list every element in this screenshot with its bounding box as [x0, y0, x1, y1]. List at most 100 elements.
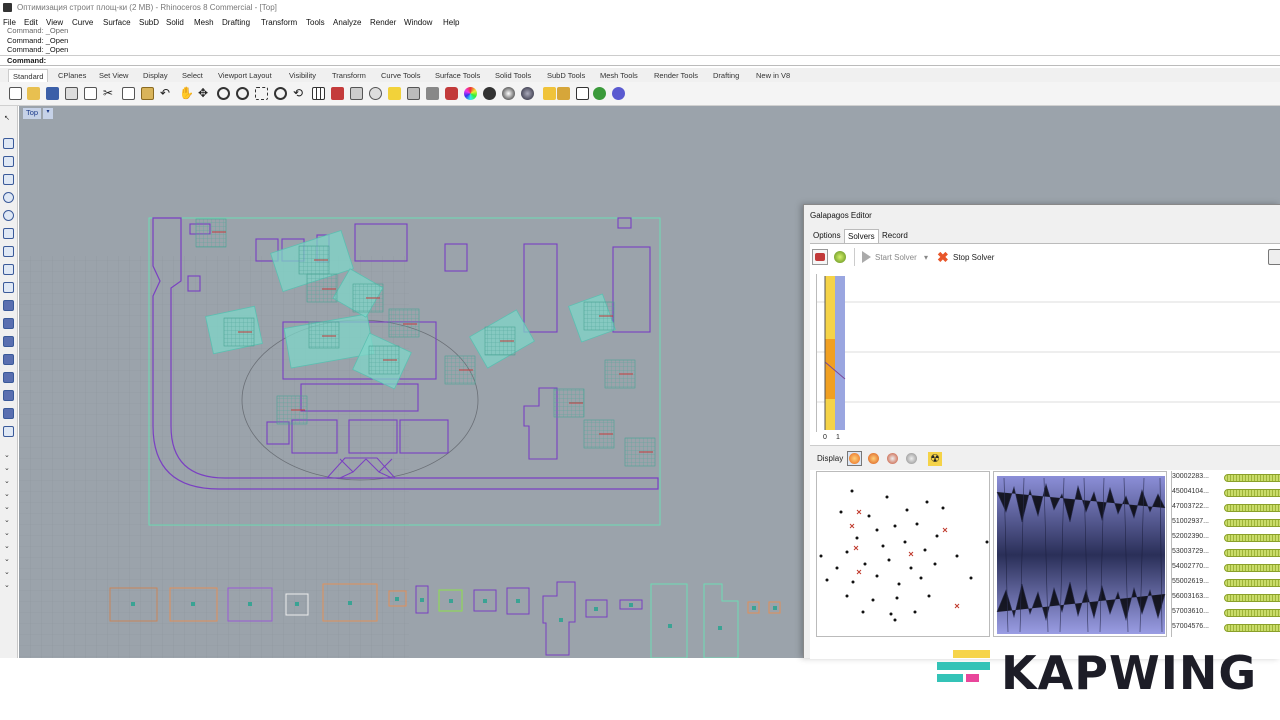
tab-display[interactable]: Display: [143, 71, 168, 80]
select-arrow-icon[interactable]: ↖: [4, 114, 12, 122]
list-item[interactable]: 47003722...: [1172, 503, 1209, 510]
layer-icon[interactable]: [407, 87, 420, 100]
sphere-icon[interactable]: [887, 453, 898, 464]
tab-options[interactable]: Options: [810, 231, 844, 243]
start-solver-dropdown-icon[interactable]: ▾: [924, 253, 928, 262]
circle-icon[interactable]: [3, 192, 14, 203]
list-item[interactable]: 56003163...: [1172, 593, 1209, 600]
zoom-window-icon[interactable]: [236, 87, 249, 100]
grasshopper-icon[interactable]: [593, 87, 606, 100]
grid-icon[interactable]: [312, 87, 325, 100]
cut-icon[interactable]: ✂: [103, 87, 116, 100]
chevron-down-icon[interactable]: ⌄: [4, 477, 12, 485]
list-item[interactable]: 54002770...: [1172, 563, 1209, 570]
tab-transform[interactable]: Transform: [332, 71, 366, 80]
menu-help[interactable]: Help: [443, 18, 459, 27]
mesh-icon[interactable]: [3, 354, 14, 365]
tab-new-in-v8[interactable]: New in V8: [756, 71, 790, 80]
menu-mesh[interactable]: Mesh: [194, 18, 214, 27]
move-icon[interactable]: [350, 87, 363, 100]
transform-icon[interactable]: [3, 408, 14, 419]
chevron-down-icon[interactable]: ⌄: [4, 542, 12, 550]
boolean-icon[interactable]: [3, 390, 14, 401]
open-file-icon[interactable]: [27, 87, 40, 100]
tab-mesh-tools[interactable]: Mesh Tools: [600, 71, 638, 80]
timer-icon[interactable]: [1268, 249, 1280, 265]
list-item[interactable]: 53003729...: [1172, 548, 1209, 555]
paste-icon[interactable]: [141, 87, 154, 100]
tab-solvers[interactable]: Solvers: [844, 229, 879, 243]
list-item[interactable]: 51002937...: [1172, 518, 1209, 525]
move-view-icon[interactable]: ✥: [198, 87, 211, 100]
sphere-icon[interactable]: [868, 453, 879, 464]
stop-solver-button[interactable]: Stop Solver: [953, 253, 994, 262]
menu-tools[interactable]: Tools: [306, 18, 325, 27]
tab-viewport-layout[interactable]: Viewport Layout: [218, 71, 272, 80]
chevron-down-icon[interactable]: ⌄: [4, 568, 12, 576]
copy-icon[interactable]: [122, 87, 135, 100]
offset-icon[interactable]: [3, 282, 14, 293]
chevron-down-icon[interactable]: ⌄: [4, 490, 12, 498]
stop-solver-icon[interactable]: ✖: [937, 249, 949, 266]
polygon-icon[interactable]: [3, 228, 14, 239]
tab-visibility[interactable]: Visibility: [289, 71, 316, 80]
menu-window[interactable]: Window: [404, 18, 432, 27]
properties-icon[interactable]: [445, 87, 458, 100]
menu-analyze[interactable]: Analyze: [333, 18, 361, 27]
surface-icon[interactable]: [3, 300, 14, 311]
chevron-down-icon[interactable]: ⌄: [4, 464, 12, 472]
color-wheel-icon[interactable]: [464, 87, 477, 100]
list-item[interactable]: 52002390...: [1172, 533, 1209, 540]
chevron-down-icon[interactable]: ⌄: [4, 516, 12, 524]
rotate-view-icon[interactable]: ⟲: [293, 87, 306, 100]
fitness-list[interactable]: 30002283... 45004104... 47003722... 5100…: [1171, 471, 1280, 637]
box-icon[interactable]: [3, 336, 14, 347]
radiation-icon[interactable]: ☢: [928, 452, 942, 466]
tab-set-view[interactable]: Set View: [99, 71, 128, 80]
viewport-menu-arrow[interactable]: ▾: [43, 108, 53, 119]
subd-icon[interactable]: [3, 372, 14, 383]
rendered-display-icon[interactable]: [521, 87, 534, 100]
curve-icon[interactable]: [3, 174, 14, 185]
menu-subd[interactable]: SubD: [139, 18, 159, 27]
import-icon[interactable]: [84, 87, 97, 100]
menu-curve[interactable]: Curve: [72, 18, 93, 27]
print-icon[interactable]: [65, 87, 78, 100]
rhino-options-icon[interactable]: [543, 87, 556, 100]
command-history[interactable]: Command: _Open Command: _Open Command: _…: [0, 26, 1280, 56]
tab-subd-tools[interactable]: SubD Tools: [547, 71, 585, 80]
grasshopper-settings-icon[interactable]: [557, 87, 570, 100]
chevron-down-icon[interactable]: ⌄: [4, 503, 12, 511]
tab-curve-tools[interactable]: Curve Tools: [381, 71, 420, 80]
chevron-down-icon[interactable]: ⌄: [4, 529, 12, 537]
list-item[interactable]: 55002619...: [1172, 578, 1209, 585]
start-solver-icon[interactable]: [862, 251, 871, 263]
point-icon[interactable]: [3, 138, 14, 149]
tab-drafting[interactable]: Drafting: [713, 71, 739, 80]
lock-icon[interactable]: [426, 87, 439, 100]
chevron-down-icon[interactable]: ⌄: [4, 555, 12, 563]
list-item[interactable]: 45004104...: [1172, 488, 1209, 495]
new-file-icon[interactable]: [9, 87, 22, 100]
render-icon[interactable]: [483, 87, 496, 100]
tab-render-tools[interactable]: Render Tools: [654, 71, 698, 80]
tab-surface-tools[interactable]: Surface Tools: [435, 71, 480, 80]
list-item[interactable]: 57004576...: [1172, 623, 1209, 630]
command-line[interactable]: Command:: [0, 56, 1280, 66]
named-view-icon[interactable]: [576, 87, 589, 100]
tab-select[interactable]: Select: [182, 71, 203, 80]
zoom-extents-icon[interactable]: [255, 87, 268, 100]
light-icon[interactable]: [388, 87, 401, 100]
list-item[interactable]: 57003610...: [1172, 608, 1209, 615]
menu-drafting[interactable]: Drafting: [222, 18, 250, 27]
pan-hand-icon[interactable]: ✋: [179, 87, 194, 100]
viewport-title-top[interactable]: Top: [23, 108, 42, 119]
zoom-selected-icon[interactable]: [274, 87, 287, 100]
help-icon[interactable]: [612, 87, 625, 100]
list-item[interactable]: 30002283...: [1172, 473, 1209, 480]
save-icon[interactable]: [46, 87, 59, 100]
polyline-icon[interactable]: [3, 156, 14, 167]
copy-object-icon[interactable]: [369, 87, 382, 100]
undo-icon[interactable]: ↶: [160, 87, 173, 100]
extrude-icon[interactable]: [3, 318, 14, 329]
